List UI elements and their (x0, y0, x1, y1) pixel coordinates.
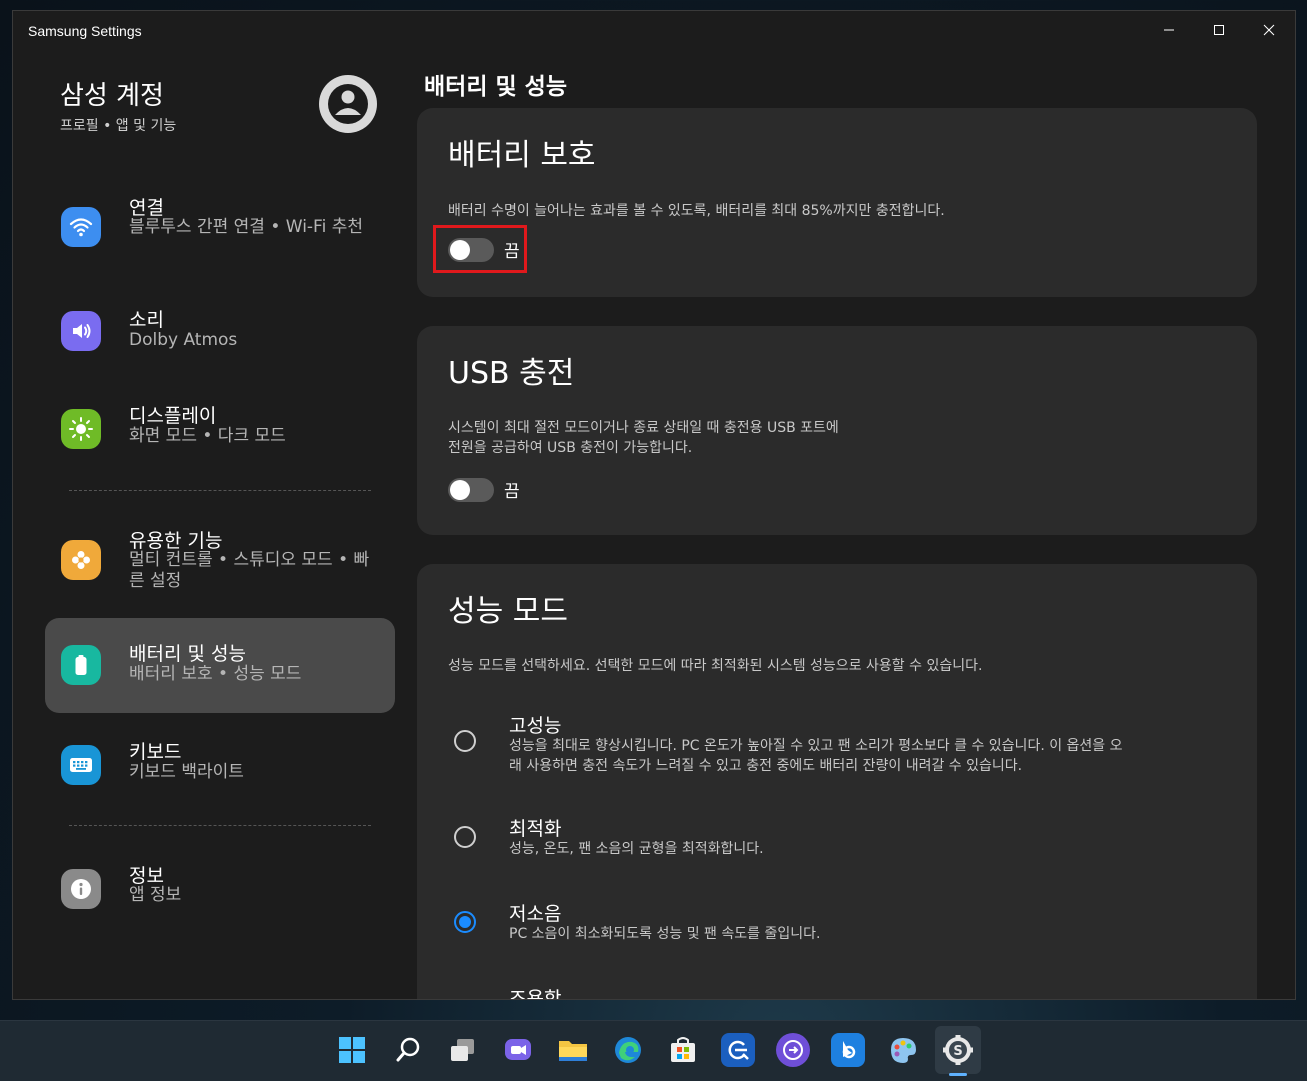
battery-protect-card: 배터리 보호 배터리 수명이 늘어나는 효과를 볼 수 있도록, 배터리를 최대… (417, 108, 1257, 297)
minimize-button[interactable] (1146, 15, 1192, 45)
usb-charge-card: USB 충전 시스템이 최대 절전 모드이거나 종료 상태일 때 충전용 USB… (417, 326, 1257, 535)
page-title: 배터리 및 성능 (424, 74, 567, 100)
card-description: 배터리 수명이 늘어나는 효과를 볼 수 있도록, 배터리를 최대 85%까지만… (448, 203, 945, 219)
option-label: 저소음 (509, 903, 562, 925)
app-window: Samsung Settings 삼성 계정 프로필 • 앱 및 기능 연결 블… (12, 10, 1296, 1000)
edge-icon[interactable] (611, 1033, 645, 1067)
avatar[interactable] (319, 75, 377, 133)
maximize-button[interactable] (1196, 15, 1242, 45)
samsung-settings-icon[interactable]: S (941, 1033, 975, 1067)
sidebar-item-label: 정보 (129, 865, 164, 887)
wifi-icon (61, 207, 101, 247)
user-icon (328, 84, 368, 124)
card-title: 성능 모드 (448, 594, 568, 629)
quick-search-icon[interactable] (721, 1033, 755, 1067)
sidebar-item-label: 연결 (129, 197, 164, 219)
chat-icon[interactable] (501, 1033, 535, 1067)
perf-option-high[interactable]: 고성능 성능을 최대로 향상시킵니다. PC 온도가 높아질 수 있고 팬 소리… (417, 706, 1257, 786)
option-label: 조용함 (509, 988, 562, 1000)
sidebar-item-sub: 앱 정보 (129, 885, 182, 905)
perf-option-silent[interactable]: 조용함 (417, 984, 1257, 1000)
highlight-box (433, 225, 527, 273)
puzzle-icon (61, 540, 101, 580)
toggle-state-label: 끔 (504, 482, 520, 502)
sidebar-item-keyboard[interactable]: 키보드 키보드 백라이트 (45, 721, 395, 811)
sidebar-item-battery-performance[interactable]: 배터리 및 성능 배터리 보호 • 성능 모드 (45, 618, 395, 713)
sidebar-item-label: 디스플레이 (129, 405, 217, 427)
sidebar-item-sub: 배터리 보호 • 성능 모드 (129, 664, 302, 684)
card-title: 배터리 보호 (448, 138, 596, 173)
sidebar-item-sub: 멀티 컨트롤 • 스튜디오 모드 • 빠른 설정 (129, 550, 370, 591)
taskbar: S (0, 1020, 1307, 1081)
store-icon[interactable] (666, 1033, 700, 1067)
option-description: 성능, 온도, 팬 소음의 균형을 최적화합니다. (509, 841, 764, 857)
option-label: 최적화 (509, 818, 562, 840)
sidebar: 삼성 계정 프로필 • 앱 및 기능 연결 블루투스 간편 연결 • Wi-Fi… (13, 55, 413, 999)
usb-charge-toggle-row[interactable]: 끔 (448, 477, 520, 502)
main-content: 배터리 및 성능 배터리 보호 배터리 수명이 늘어나는 효과를 볼 수 있도록… (417, 55, 1295, 1000)
sidebar-item-label: 배터리 및 성능 (129, 643, 246, 665)
task-view-icon[interactable] (446, 1033, 480, 1067)
card-title: USB 충전 (448, 356, 575, 391)
title-bar: Samsung Settings (13, 11, 1295, 55)
window-title: Samsung Settings (28, 23, 142, 39)
keyboard-icon (61, 745, 101, 785)
sidebar-item-display[interactable]: 디스플레이 화면 모드 • 다크 모드 (45, 385, 395, 475)
usb-charge-toggle[interactable] (448, 477, 494, 502)
samsung-link-icon[interactable] (776, 1033, 810, 1067)
maximize-icon (1214, 25, 1224, 35)
taskbar-running-indicator (949, 1073, 967, 1076)
radio-button[interactable] (454, 826, 476, 848)
option-description: PC 소음이 최소화되도록 성능 및 팬 속도를 줄입니다. (509, 926, 821, 942)
perf-option-optimized[interactable]: 최적화 성능, 온도, 팬 소음의 균형을 최적화합니다. (417, 814, 1257, 874)
svg-text:S: S (953, 1044, 962, 1059)
card-description: 시스템이 최대 절전 모드이거나 종료 상태일 때 충전용 USB 포트에 (448, 420, 839, 436)
search-icon[interactable] (391, 1033, 425, 1067)
sidebar-item-label: 키보드 (129, 741, 182, 763)
sidebar-item-label: 유용한 기능 (129, 530, 223, 552)
sidebar-item-info[interactable]: 정보 앱 정보 (45, 845, 395, 935)
battery-icon (61, 645, 101, 685)
sidebar-item-sub: 키보드 백라이트 (129, 762, 244, 782)
sidebar-divider (69, 825, 371, 826)
bing-icon[interactable] (831, 1033, 865, 1067)
toggle-knob (450, 479, 470, 500)
sidebar-divider (69, 490, 371, 491)
account-subtitle: 프로필 • 앱 및 기능 (60, 118, 177, 134)
option-description: 래 사용하면 충전 속도가 느려질 수 있고 충전 중에도 배터리 잔량이 내려… (509, 758, 1023, 774)
radio-button-selected[interactable] (454, 911, 476, 933)
sidebar-item-label: 소리 (129, 309, 164, 331)
speaker-icon (61, 311, 101, 351)
close-icon (1263, 24, 1275, 36)
sun-icon (61, 409, 101, 449)
windows-start-icon[interactable] (335, 1033, 369, 1067)
minimize-icon (1164, 29, 1174, 31)
option-description: 성능을 최대로 향상시킵니다. PC 온도가 높아질 수 있고 팬 소리가 평소… (509, 738, 1123, 754)
sidebar-item-sub: 화면 모드 • 다크 모드 (129, 426, 286, 446)
sidebar-item-sound[interactable]: 소리 Dolby Atmos (45, 287, 395, 377)
performance-mode-card: 성능 모드 성능 모드를 선택하세요. 선택한 모드에 따라 최적화된 시스템 … (417, 564, 1257, 1000)
account-title[interactable]: 삼성 계정 (60, 75, 164, 112)
sidebar-item-useful-features[interactable]: 유용한 기능 멀티 컨트롤 • 스튜디오 모드 • 빠른 설정 (45, 510, 395, 610)
card-description: 전원을 공급하여 USB 충전이 가능합니다. (448, 440, 693, 456)
radio-button[interactable] (454, 730, 476, 752)
sidebar-item-connection[interactable]: 연결 블루투스 간편 연결 • Wi-Fi 추천 (45, 175, 395, 275)
option-label: 고성능 (509, 715, 562, 737)
paint-icon[interactable] (886, 1033, 920, 1067)
perf-option-quiet[interactable]: 저소음 PC 소음이 최소화되도록 성능 및 팬 속도를 줄입니다. (417, 899, 1257, 959)
card-description: 성능 모드를 선택하세요. 선택한 모드에 따라 최적화된 시스템 성능으로 사… (448, 658, 983, 674)
close-button[interactable] (1246, 15, 1292, 45)
info-icon (61, 869, 101, 909)
file-explorer-icon[interactable] (556, 1033, 590, 1067)
sidebar-item-sub: Dolby Atmos (129, 330, 238, 350)
sidebar-item-sub: 블루투스 간편 연결 • Wi-Fi 추천 (129, 217, 364, 237)
